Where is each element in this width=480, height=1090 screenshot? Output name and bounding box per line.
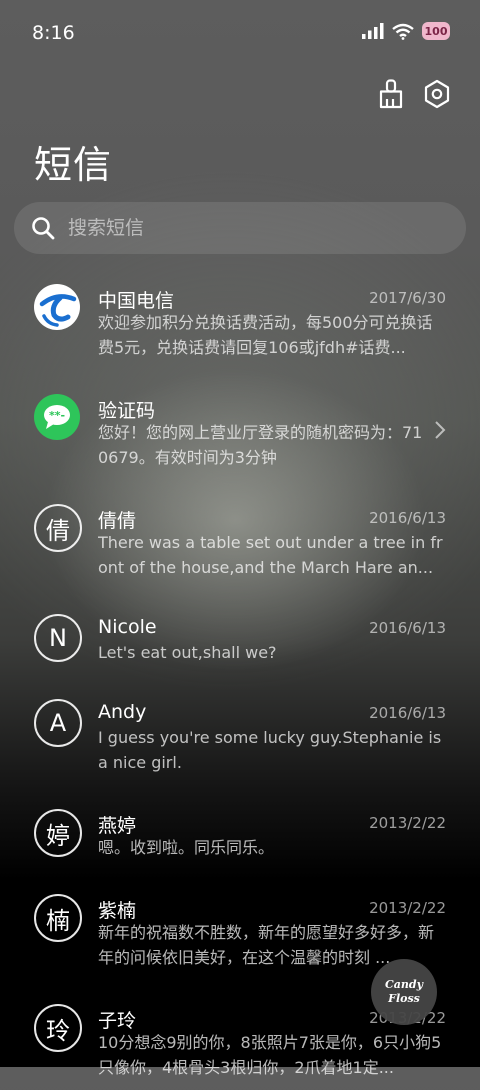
search-icon — [32, 217, 55, 240]
conversation-item[interactable]: 倩 倩倩 2016/6/13 There was a table set out… — [0, 490, 480, 600]
message-preview: 10分想念9别的你，8张照片7张是你，6只小狗5只像你，4根骨头3根归你，2爪着… — [98, 1033, 442, 1077]
avatar: 倩 — [34, 504, 82, 552]
message-preview: There was a table set out under a tree i… — [98, 533, 443, 577]
contact-name: 燕婷 — [98, 815, 137, 837]
status-icons: 100 — [362, 22, 450, 40]
message-date: 2016/6/13 — [369, 509, 446, 527]
telecom-logo-icon — [34, 284, 80, 330]
avatar: N — [34, 614, 82, 662]
status-bar: 8:16 100 — [0, 0, 480, 66]
floating-badge-line2: Floss — [388, 992, 420, 1005]
avatar: 玲 — [34, 1004, 82, 1052]
page-title: 短信 — [34, 143, 113, 187]
battery-indicator: 100 — [422, 22, 450, 40]
contact-name: 中国电信 — [98, 290, 175, 312]
message-date: 2016/6/13 — [369, 619, 446, 637]
status-time: 8:16 — [32, 22, 75, 44]
search-input[interactable] — [66, 216, 430, 240]
conversation-item[interactable]: 婷 燕婷 2013/2/22 嗯。收到啦。同乐同乐。 — [0, 795, 480, 880]
conversation-item[interactable]: **- 验证码 您好！您的网上营业厅登录的随机密码为：710679。有效时间为3… — [0, 380, 480, 490]
avatar: A — [34, 699, 82, 747]
chevron-right-icon[interactable] — [434, 420, 446, 440]
contact-name: Andy — [98, 701, 147, 723]
message-preview: 欢迎参加积分兑换话费活动，每500分可兑换话费5元，兑换话费请回复106或jfd… — [98, 313, 433, 357]
avatar: 婷 — [34, 809, 82, 857]
contact-name: 倩倩 — [98, 510, 137, 532]
message-preview: I guess you're some lucky guy.Stephanie … — [98, 728, 442, 772]
contact-name: Nicole — [98, 616, 157, 638]
conversation-item[interactable]: A Andy 2016/6/13 I guess you're some luc… — [0, 685, 480, 795]
candy-floss-floating-button[interactable]: Candy Floss — [371, 959, 437, 1025]
message-preview: Let's eat out,shall we? — [98, 643, 277, 662]
wifi-icon — [392, 23, 414, 40]
conversation-item[interactable]: N Nicole 2016/6/13 Let's eat out,shall w… — [0, 600, 480, 685]
avatar: 楠 — [34, 894, 82, 942]
message-preview: 嗯。收到啦。同乐同乐。 — [98, 838, 275, 857]
contact-name: 子玲 — [98, 1010, 137, 1032]
contact-name: 验证码 — [98, 400, 156, 422]
header-actions — [376, 78, 452, 110]
conversation-item[interactable]: 中国电信 2017/6/30 欢迎参加积分兑换话费活动，每500分可兑换话费5元… — [0, 270, 480, 380]
signal-icon — [362, 23, 384, 39]
cleanup-brush-icon[interactable] — [376, 78, 406, 110]
message-code-icon: **- — [34, 394, 80, 440]
floating-badge-line1: Candy — [385, 978, 423, 991]
message-date: 2017/6/30 — [369, 289, 446, 307]
settings-hexagon-icon[interactable] — [422, 78, 452, 110]
message-date: 2013/2/22 — [369, 899, 446, 917]
contact-name: 紫楠 — [98, 900, 137, 922]
message-date: 2013/2/22 — [369, 814, 446, 832]
search-bar[interactable] — [14, 202, 466, 254]
svg-text:**-: **- — [49, 409, 65, 422]
message-preview: 您好！您的网上营业厅登录的随机密码为：710679。有效时间为3分钟 — [98, 423, 423, 467]
message-date: 2016/6/13 — [369, 704, 446, 722]
